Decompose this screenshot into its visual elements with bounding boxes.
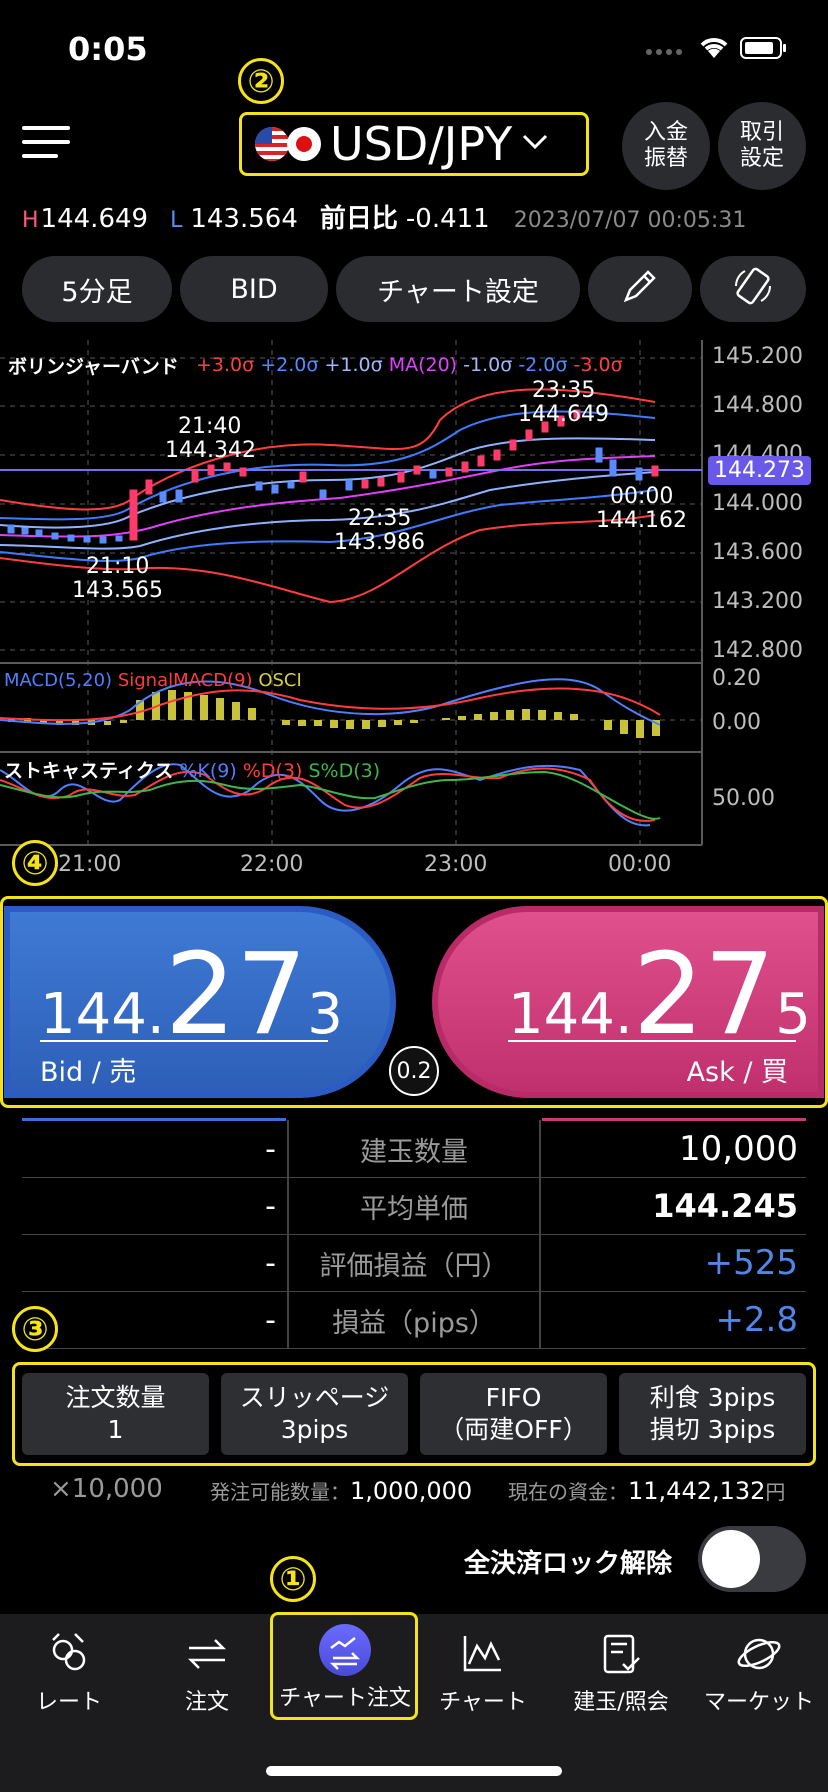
menu-icon[interactable] bbox=[22, 124, 72, 164]
nav-item-positions[interactable]: 建玉/照会 bbox=[552, 1620, 690, 1728]
chart-icon bbox=[463, 1636, 501, 1672]
annotation-time: 21:10 bbox=[86, 554, 150, 579]
legend-item-0: +3.0σ bbox=[196, 354, 255, 376]
nav-item-chart-order[interactable]: チャート注文 bbox=[276, 1620, 414, 1728]
annotation-price: 143.986 bbox=[334, 530, 425, 555]
deposit-transfer-button[interactable]: 入金 振替 bbox=[622, 102, 710, 190]
annotation-price: 144.342 bbox=[165, 438, 256, 463]
price-tick: 143.200 bbox=[712, 589, 803, 614]
table-row: - 評価損益（円） +525 bbox=[22, 1235, 806, 1292]
lock-toggle[interactable] bbox=[698, 1526, 806, 1592]
funds-info: 現在の資金：11,442,132円 bbox=[508, 1477, 786, 1505]
order-quantity-button[interactable]: 注文数量 1 bbox=[22, 1373, 209, 1455]
trade-settings-button[interactable]: 取引 設定 bbox=[718, 102, 806, 190]
nav-item-chart[interactable]: チャート bbox=[414, 1620, 552, 1728]
nav-item-rate[interactable]: レート bbox=[0, 1620, 138, 1728]
stoch-tick: 50.00 bbox=[712, 786, 775, 811]
battery-icon bbox=[740, 36, 788, 64]
ask-buy-button[interactable]: 144.275 Ask / 買 bbox=[432, 906, 824, 1098]
table-row: - 建玉数量 10,000 bbox=[22, 1121, 806, 1178]
legend-item-1: +2.0σ bbox=[260, 354, 319, 376]
orderable-info: 発注可能数量：1,000,000 bbox=[210, 1477, 473, 1505]
current-price-tag: 144.273 bbox=[708, 456, 811, 485]
price-tick: 142.800 bbox=[712, 638, 803, 663]
spread-badge: 0.2 bbox=[389, 1046, 439, 1096]
annotation-price: 144.649 bbox=[518, 402, 609, 427]
annotation-time: 21:40 bbox=[178, 414, 242, 439]
change-value: -0.411 bbox=[405, 204, 490, 234]
legend-item-5: -2.0σ bbox=[518, 354, 568, 376]
table-row: - 損益（pips） +2.8 bbox=[22, 1292, 806, 1349]
stoch-legend: ストキャスティクス %K(9) %D(3) S%D(3) bbox=[4, 760, 381, 782]
fifo-button[interactable]: FIFO （両建OFF） bbox=[420, 1373, 607, 1455]
chart-settings-button[interactable]: チャート設定 bbox=[336, 256, 580, 322]
time-tick: 00:00 bbox=[608, 852, 672, 877]
annotation-badge-1: ① bbox=[270, 1556, 316, 1602]
high-value: 144.649 bbox=[40, 204, 149, 234]
datetime: 2023/07/07 00:05:31 bbox=[513, 208, 747, 233]
chart-order-icon bbox=[319, 1624, 371, 1676]
legend-item-6: -3.0σ bbox=[573, 354, 623, 376]
order-icon bbox=[187, 1639, 227, 1669]
globe-icon bbox=[737, 1638, 781, 1670]
annotation-badge-3: ③ bbox=[12, 1306, 58, 1352]
quote-line: H 144.649 L 143.564 前日比 -0.411 2023/07/0… bbox=[22, 204, 747, 234]
annotation-time: 22:35 bbox=[348, 506, 412, 531]
wifi-icon bbox=[698, 34, 730, 64]
multiplier: ×10,000 bbox=[50, 1474, 163, 1504]
legend-item-4: -1.0σ bbox=[463, 354, 513, 376]
bid-ask-toggle-button[interactable]: BID bbox=[180, 256, 328, 322]
pencil-icon bbox=[620, 266, 660, 313]
low-value: 143.564 bbox=[190, 204, 298, 234]
price-tick: 143.600 bbox=[712, 540, 803, 565]
annotation-price: 144.162 bbox=[596, 508, 687, 533]
annotation-time: 00:00 bbox=[610, 484, 674, 509]
legend-item-2: +1.0σ bbox=[324, 354, 383, 376]
currency-pair-selector[interactable]: USD/JPY bbox=[239, 112, 589, 176]
draw-tool-button[interactable] bbox=[588, 256, 692, 322]
home-indicator bbox=[266, 1766, 562, 1776]
flag-icon bbox=[254, 124, 324, 164]
bid-label: Bid / 売 bbox=[40, 1057, 137, 1088]
bid-sell-button[interactable]: 144.273 Bid / 売 bbox=[4, 906, 396, 1098]
status-time: 0:05 bbox=[68, 30, 148, 68]
indicator-name: ボリンジャーバンド bbox=[8, 356, 179, 378]
chevron-down-icon bbox=[522, 134, 548, 154]
rotate-screen-button[interactable] bbox=[700, 256, 806, 322]
signal-icon bbox=[645, 38, 691, 62]
rotate-icon bbox=[731, 264, 775, 315]
annotation-badge-2: ② bbox=[238, 58, 284, 104]
macd-tick: 0.20 bbox=[712, 666, 761, 691]
slippage-button[interactable]: スリッページ 3pips bbox=[221, 1373, 408, 1455]
timeframe-button[interactable]: 5分足 bbox=[22, 256, 172, 322]
nav-item-market[interactable]: マーケット bbox=[690, 1620, 828, 1728]
take-profit-stop-loss-button[interactable]: 利食 3pips 損切 3pips bbox=[619, 1373, 806, 1455]
currency-pair-label: USD/JPY bbox=[330, 117, 513, 171]
macd-tick: 0.00 bbox=[712, 710, 761, 735]
price-chart[interactable]: ボリンジャーバンド +3.0σ +2.0σ +1.0σ MA(20) -1.0σ… bbox=[0, 340, 828, 880]
lock-label: 全決済ロック解除 bbox=[464, 1549, 673, 1579]
legend-item-3: MA(20) bbox=[388, 354, 458, 376]
rate-icon bbox=[52, 1633, 86, 1671]
toggle-knob bbox=[702, 1530, 760, 1588]
annotation-time: 23:35 bbox=[532, 378, 596, 403]
bollinger-legend: +3.0σ +2.0σ +1.0σ MA(20) -1.0σ -2.0σ -3.… bbox=[196, 354, 623, 376]
ask-label: Ask / 買 bbox=[686, 1057, 788, 1088]
macd-legend: MACD(5,20) SignalMACD(9) OSCI bbox=[4, 670, 302, 691]
positions-icon bbox=[603, 1634, 640, 1674]
annotation-price: 143.565 bbox=[72, 578, 163, 603]
chart-svg bbox=[0, 340, 703, 846]
price-tick: 144.000 bbox=[712, 491, 803, 516]
time-tick: 22:00 bbox=[240, 852, 304, 877]
price-tick: 145.200 bbox=[712, 344, 803, 369]
nav-item-order[interactable]: 注文 bbox=[138, 1620, 276, 1728]
table-row: - 平均単価 144.245 bbox=[22, 1178, 806, 1235]
price-tick: 144.800 bbox=[712, 393, 803, 418]
time-tick: 23:00 bbox=[424, 852, 488, 877]
time-tick: 21:00 bbox=[58, 852, 122, 877]
annotation-badge-4: ④ bbox=[12, 840, 58, 886]
